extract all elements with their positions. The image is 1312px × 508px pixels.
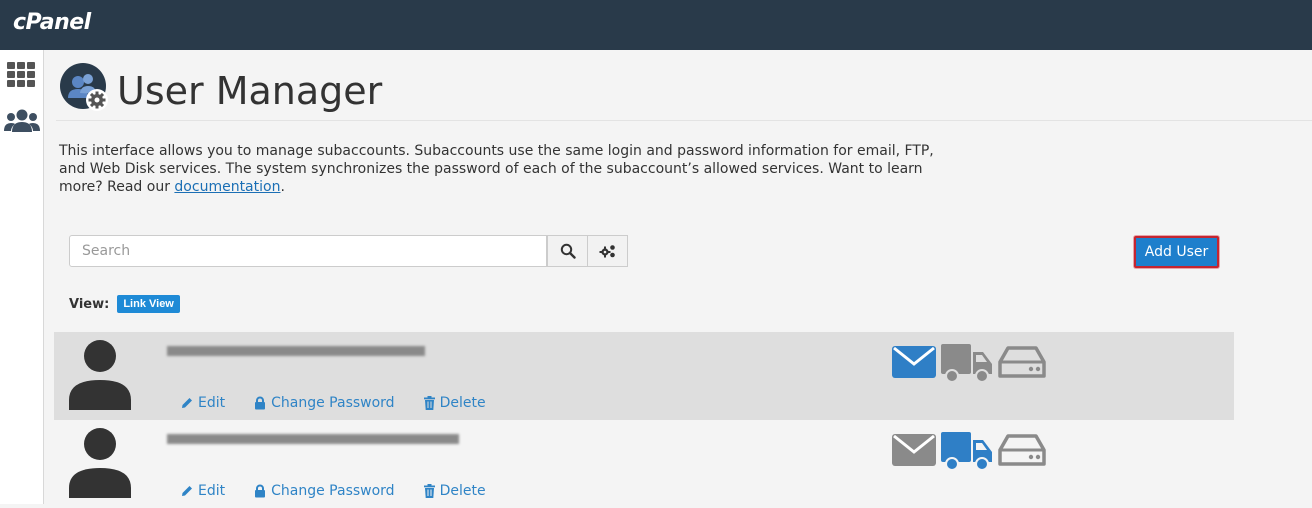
ftp-service-icon[interactable] <box>941 432 993 472</box>
ftp-service-icon[interactable] <box>941 344 993 384</box>
view-selector: View: Link View <box>69 295 180 313</box>
search-settings-button[interactable] <box>587 235 628 267</box>
sidebar <box>0 50 44 504</box>
edit-link[interactable]: Edit <box>180 483 225 499</box>
pencil-icon <box>182 398 192 408</box>
delete-link[interactable]: Delete <box>423 395 486 411</box>
username-redacted <box>167 340 427 362</box>
email-service-icon[interactable] <box>892 432 936 468</box>
search-button[interactable] <box>547 235 588 267</box>
change-password-label: Change Password <box>271 395 395 411</box>
user-actions: Edit Change Password Delete <box>180 395 486 411</box>
search-icon <box>560 243 576 259</box>
documentation-link[interactable]: documentation <box>174 179 280 195</box>
edit-link[interactable]: Edit <box>180 395 225 411</box>
trash-icon <box>423 484 435 498</box>
username-redacted <box>167 428 462 450</box>
add-user-button[interactable]: Add User <box>1134 236 1219 268</box>
user-avatar-icon <box>69 428 131 498</box>
search-input[interactable] <box>69 235 547 267</box>
page-title: User Manager <box>117 69 383 113</box>
email-service-icon[interactable] <box>892 344 936 380</box>
edit-label: Edit <box>198 395 226 411</box>
gears-icon <box>599 245 615 258</box>
lock-icon <box>255 396 266 410</box>
change-password-label: Change Password <box>271 483 395 499</box>
pencil-icon <box>182 486 192 496</box>
description-suffix: . <box>280 179 285 195</box>
users-icon[interactable] <box>4 106 40 138</box>
user-avatar-icon <box>69 340 131 410</box>
view-label: View: <box>69 296 110 312</box>
user-actions: Edit Change Password Delete <box>180 483 486 499</box>
title-divider <box>56 120 1312 121</box>
delete-label: Delete <box>439 395 486 411</box>
edit-label: Edit <box>198 483 226 499</box>
cpanel-logo[interactable]: cPanel <box>13 10 91 35</box>
page-description: This interface allows you to manage suba… <box>59 142 959 196</box>
change-password-link[interactable]: Change Password <box>253 483 395 499</box>
link-view-toggle[interactable]: Link View <box>117 295 180 313</box>
user-manager-icon <box>59 62 111 114</box>
web-disk-service-icon[interactable] <box>998 432 1046 468</box>
main-content: User Manager This interface allows you t… <box>44 50 1312 504</box>
web-disk-service-icon[interactable] <box>998 344 1046 380</box>
change-password-link[interactable]: Change Password <box>253 395 395 411</box>
lock-icon <box>255 484 266 498</box>
apps-grid-icon[interactable] <box>4 59 40 91</box>
user-row[interactable]: Edit Change Password Delete <box>54 420 1234 508</box>
user-row[interactable]: Edit Change Password Delete <box>54 332 1234 420</box>
delete-link[interactable]: Delete <box>423 483 486 499</box>
top-bar: cPanel <box>0 0 1312 50</box>
delete-label: Delete <box>439 483 486 499</box>
trash-icon <box>423 396 435 410</box>
